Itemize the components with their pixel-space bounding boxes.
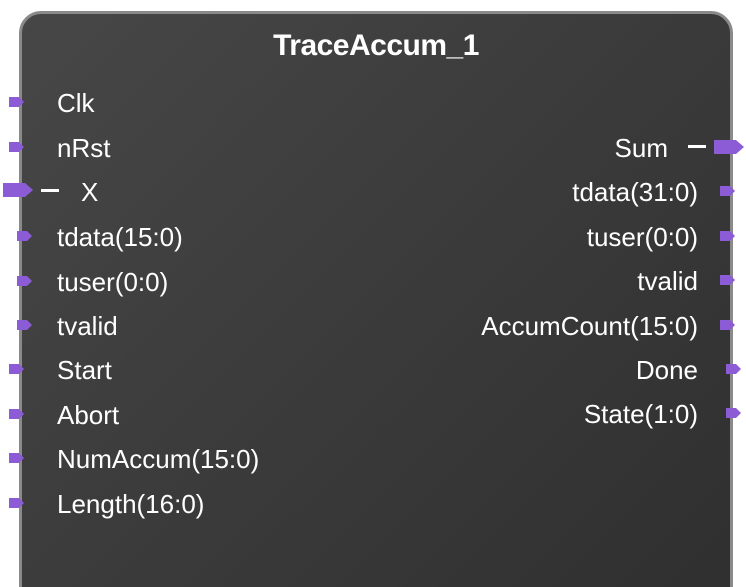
input-port-label: tdata(15:0) [57,222,183,252]
block-title: TraceAccum_1 [273,29,479,62]
output-port-label: tuser(0:0) [586,222,698,252]
input-port-label: Clk [57,88,95,118]
input-port-abort-icon[interactable] [9,408,24,420]
output-port-accumcount-icon[interactable] [720,319,735,331]
output-port-tuser-icon[interactable] [720,230,735,242]
output-bus-label: Sum [614,133,668,163]
output-port-done-icon[interactable] [726,363,741,375]
output-port-tdata-icon[interactable] [720,185,735,197]
input-port-start-icon[interactable] [9,363,24,375]
output-port-state-icon[interactable] [726,407,741,419]
output-bus-port-sum-icon[interactable] [714,139,744,155]
input-bus-port-x-icon[interactable] [3,182,33,198]
input-port-label: Start [57,355,112,385]
bus-dash-icon [41,189,59,192]
input-port-label: nRst [57,133,111,163]
input-port-clk-icon[interactable] [9,96,24,108]
input-port-label: Abort [57,400,120,430]
output-port-tvalid-icon[interactable] [720,274,735,286]
output-port-label: AccumCount(15:0) [481,311,698,341]
input-port-label: tuser(0:0) [57,267,169,297]
input-port-label: NumAccum(15:0) [57,444,260,474]
input-port-label: Length(16:0) [57,489,205,519]
output-port-label: State(1:0) [583,399,698,429]
output-port-label: tdata(31:0) [572,177,698,207]
output-port-label: Done [635,355,698,385]
input-port-nrst-icon[interactable] [9,141,24,153]
input-port-tvalid-icon[interactable] [17,319,32,331]
input-port-numaccum-icon[interactable] [9,452,24,464]
input-bus-label: X [81,177,99,207]
output-port-label: tvalid [637,266,698,296]
diagram-canvas: TraceAccum_1 Clk nRst X tdata(15:0) tuse… [0,0,746,587]
input-port-label: tvalid [57,311,118,341]
bus-dash-icon [688,145,706,148]
input-port-tuser-icon[interactable] [17,275,32,287]
input-port-length-icon[interactable] [9,497,24,509]
input-port-tdata-icon[interactable] [17,230,32,242]
